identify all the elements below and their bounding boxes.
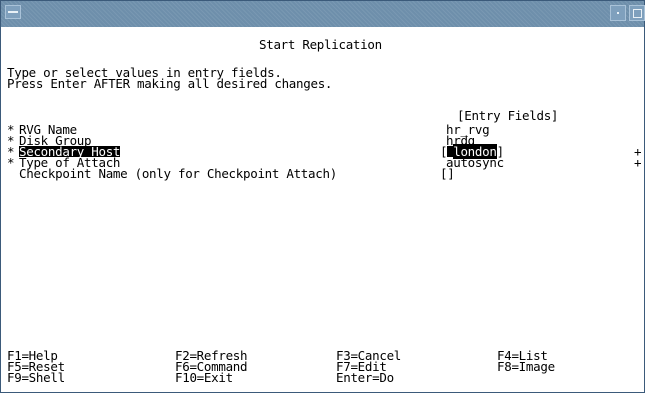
maximize-icon[interactable] [629,5,645,21]
field-value: autosync [446,155,504,170]
list-indicator: + [634,155,642,170]
function-key-exit[interactable]: F10=Exit [175,371,233,384]
window-menu-icon[interactable] [5,5,21,19]
required-marker: * [7,155,15,170]
screen-title: Start Replication [259,37,382,52]
title-bar[interactable] [1,1,645,27]
minimize-icon[interactable] [610,5,626,21]
function-key-shell[interactable]: F9=Shell [7,371,65,384]
function-key-enter-do[interactable]: Enter=Do [336,371,394,384]
smit-screen: Start Replication Type or select values … [7,27,644,392]
terminal-window: Start Replication Type or select values … [0,0,645,393]
instruction-line-2: Press Enter AFTER making all desired cha… [7,76,333,91]
function-key-image[interactable]: F8=Image [497,360,555,373]
entry-fields-header: [Entry Fields] [457,108,559,123]
field-label: Checkpoint Name (only for Checkpoint Att… [19,166,337,181]
field-value: [] [440,166,455,181]
